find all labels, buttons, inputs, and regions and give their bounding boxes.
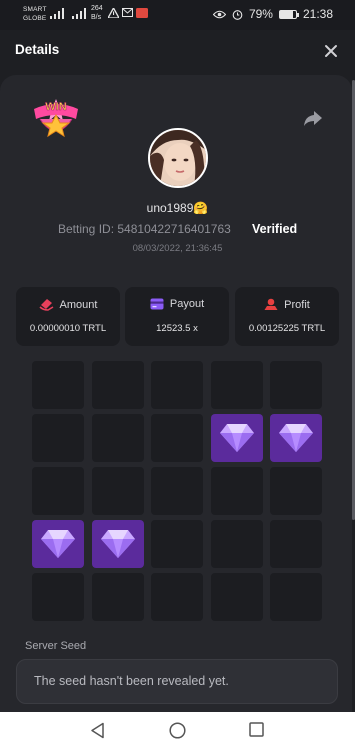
grid-tile (91, 573, 144, 621)
mail-icon (122, 8, 133, 17)
share-icon[interactable] (303, 109, 323, 127)
grid-tile (151, 573, 203, 621)
grid-tile (91, 361, 144, 409)
grid-tile (151, 361, 203, 409)
grid-tile (151, 414, 203, 462)
carrier-name: SMART GLOBE (23, 6, 47, 22)
grid-tile (32, 414, 84, 462)
home-icon[interactable] (169, 722, 186, 739)
grid-tile (270, 520, 322, 568)
grid-tile-gem (91, 520, 144, 568)
diamond-icon (41, 530, 75, 558)
betting-id-row: Betting ID: 54810422716401763 (58, 222, 231, 236)
grid-tile (91, 467, 144, 515)
grid-tile-gem (270, 414, 322, 462)
mines-grid (32, 361, 322, 625)
payout-icon (150, 298, 164, 310)
server-seed-field: The seed hasn't been revealed yet. (16, 659, 338, 704)
grid-tile (32, 573, 84, 621)
status-bar: SMART GLOBE 264 B/s 79% 21:38 (0, 0, 355, 30)
grid-tile (32, 361, 84, 409)
grid-tile (210, 361, 263, 409)
grid-tile-gem (32, 520, 84, 568)
battery-icon (278, 9, 299, 19)
amount-icon (38, 299, 53, 311)
payout-card: Payout 12523.5 x (125, 287, 229, 346)
profit-icon (264, 298, 278, 310)
grid-tile (151, 467, 203, 515)
battery-percent: 79% (248, 7, 273, 21)
payout-value: 12523.5 x (156, 323, 198, 334)
alarm-icon (232, 9, 243, 20)
grid-tile (210, 573, 263, 621)
signal-icon (72, 8, 86, 19)
close-icon[interactable] (321, 41, 341, 61)
status-right: 79% 21:38 (212, 7, 333, 21)
amount-value: 0.00000010 TRTL (29, 323, 107, 334)
win-badge-icon: WIN (34, 99, 78, 138)
grid-tile (151, 520, 203, 568)
grid-tile (270, 573, 322, 621)
server-seed-value: The seed hasn't been revealed yet. (34, 674, 229, 688)
app-notification-icon (136, 8, 148, 18)
network-speed: 264 B/s (91, 5, 103, 21)
betting-id-label: Betting ID: (58, 222, 115, 236)
clock: 21:38 (302, 7, 333, 21)
avatar (148, 128, 208, 188)
grid-tile-gem (210, 414, 263, 462)
system-navigation-bar (0, 712, 355, 750)
avatar-image (150, 130, 206, 186)
back-icon[interactable] (90, 722, 106, 739)
profit-value: 0.00125225 TRTL (248, 323, 326, 334)
amount-label: Amount (59, 298, 98, 311)
recent-apps-icon[interactable] (249, 722, 264, 737)
profit-card: Profit 0.00125225 TRTL (235, 287, 339, 346)
details-header: Details (0, 30, 355, 74)
payout-label: Payout (169, 298, 205, 310)
grid-tile (210, 467, 263, 515)
eye-icon (212, 10, 226, 18)
signal-icon (50, 8, 64, 19)
bet-datetime: 08/03/2022, 21:36:45 (132, 243, 223, 254)
grid-tile (32, 467, 84, 515)
diamond-icon (279, 424, 313, 452)
grid-tile (270, 467, 322, 515)
amount-card: Amount 0.00000010 TRTL (16, 287, 120, 346)
page-title: Details (15, 42, 60, 57)
profit-label: Profit (284, 298, 310, 311)
diamond-icon (219, 424, 254, 452)
grid-tile (210, 520, 263, 568)
server-seed-label: Server Seed (25, 640, 87, 652)
betting-id-value: 54810422716401763 (117, 222, 231, 236)
verified-badge: Verified (252, 222, 298, 236)
warning-icon (108, 8, 119, 18)
grid-tile (270, 361, 322, 409)
username: uno1989🤗 (146, 201, 209, 215)
svg-text:WIN: WIN (45, 101, 66, 113)
diamond-icon (100, 530, 135, 558)
grid-tile (91, 414, 144, 462)
